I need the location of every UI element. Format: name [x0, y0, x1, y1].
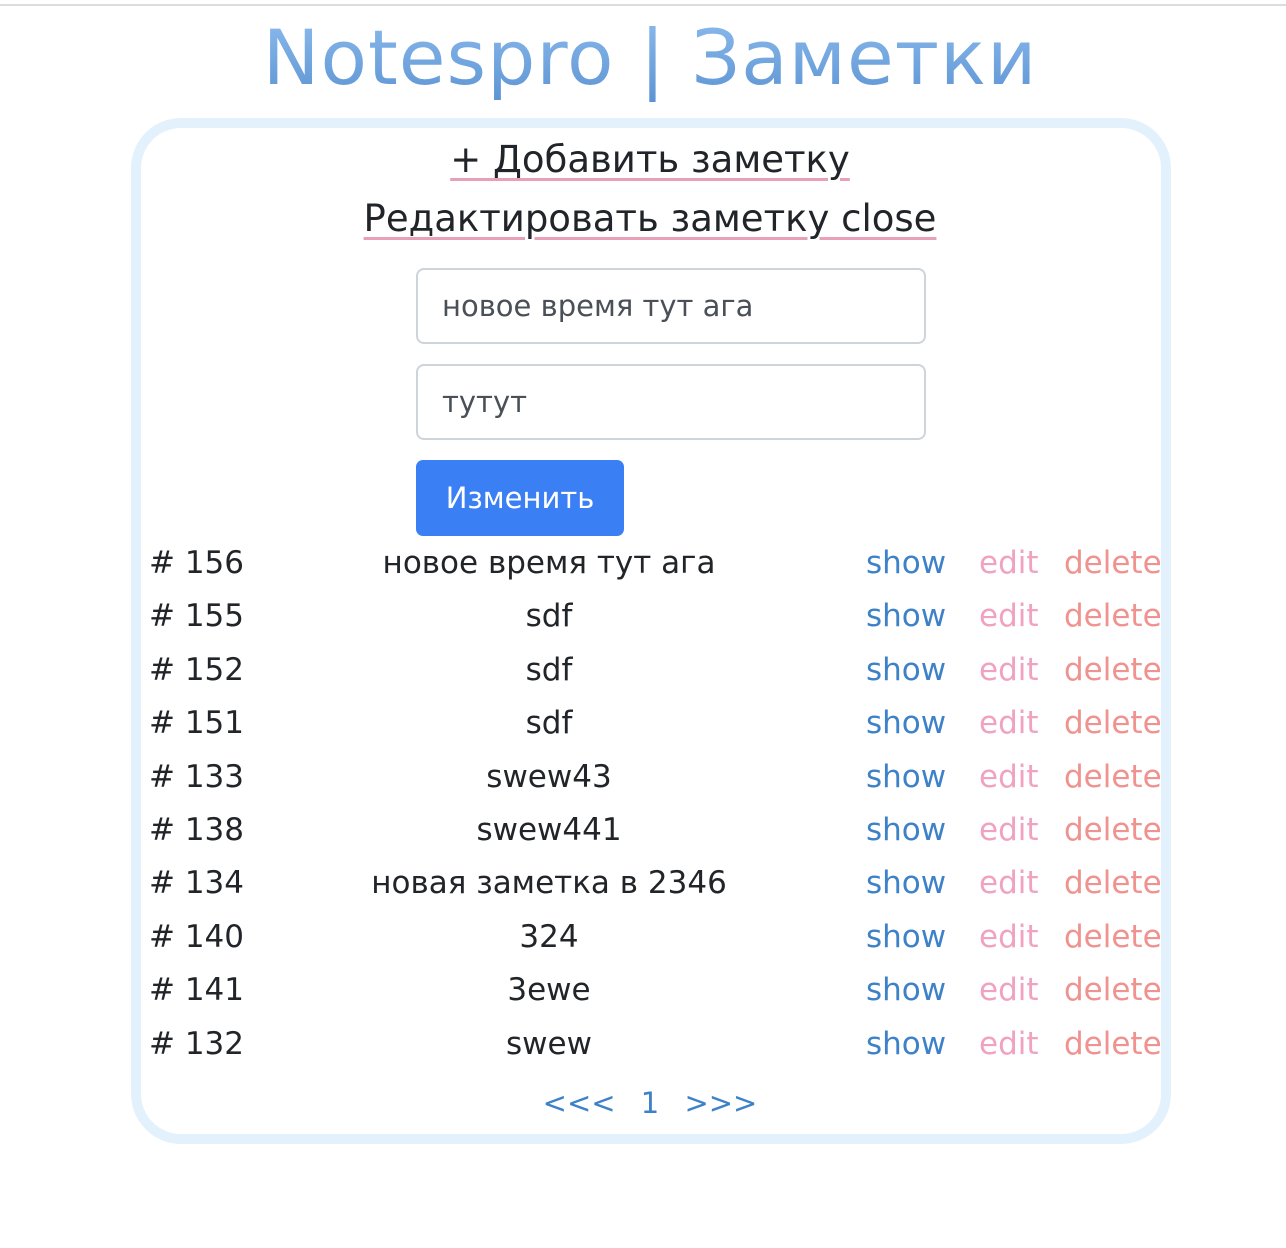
edit-link[interactable]: edit [979, 751, 1039, 804]
note-row: # 132 swew show edit delete [0, 1018, 1286, 1071]
edit-link[interactable]: edit [979, 911, 1039, 964]
note-id: # 151 [149, 705, 244, 742]
show-link[interactable]: show [866, 911, 946, 964]
update-note-button[interactable]: Изменить [416, 460, 624, 536]
note-row: # 140 324 show edit delete [0, 911, 1286, 964]
delete-link[interactable]: delete [1064, 857, 1162, 910]
note-id: # 140 [149, 918, 244, 955]
show-link[interactable]: show [866, 857, 946, 910]
show-link[interactable]: show [866, 644, 946, 697]
delete-link[interactable]: delete [1064, 804, 1162, 857]
edit-link[interactable]: edit [979, 644, 1039, 697]
add-note-label[interactable]: + Добавить заметку [450, 138, 850, 181]
note-row: # 152 sdf show edit delete [0, 644, 1286, 697]
note-row: # 141 3ewe show edit delete [0, 964, 1286, 1017]
show-link[interactable]: show [866, 590, 946, 643]
notes-list: # 156 новое время тут ага show edit dele… [0, 537, 1286, 1071]
delete-link[interactable]: delete [1064, 697, 1162, 750]
note-title: 3ewe [507, 972, 591, 1009]
edit-link[interactable]: edit [979, 857, 1039, 910]
pagination-next[interactable]: >>> [684, 1086, 757, 1120]
show-link[interactable]: show [866, 751, 946, 804]
delete-link[interactable]: delete [1064, 1018, 1162, 1071]
note-row: # 133 swew43 show edit delete [0, 751, 1286, 804]
delete-link[interactable]: delete [1064, 644, 1162, 697]
note-id: # 156 [149, 545, 244, 581]
edit-link[interactable]: edit [979, 697, 1039, 750]
note-title: 324 [519, 918, 579, 955]
note-row: # 151 sdf show edit delete [0, 697, 1286, 750]
show-link[interactable]: show [866, 537, 946, 590]
note-title: новая заметка в 2346 [371, 865, 727, 902]
show-link[interactable]: show [866, 697, 946, 750]
note-id: # 134 [149, 865, 244, 902]
edit-link[interactable]: edit [979, 1018, 1039, 1071]
note-id: # 138 [149, 811, 244, 848]
note-id: # 141 [149, 972, 244, 1009]
edit-link[interactable]: edit [979, 964, 1039, 1017]
note-id: # 155 [149, 598, 244, 635]
app-title: Notespro | Заметки [0, 10, 1286, 106]
pagination-prev[interactable]: <<< [543, 1086, 616, 1120]
show-link[interactable]: show [866, 964, 946, 1017]
note-title: swew [506, 1025, 592, 1062]
note-title: sdf [525, 651, 573, 688]
delete-link[interactable]: delete [1064, 590, 1162, 643]
edit-link[interactable]: edit [979, 590, 1039, 643]
note-title: новое время тут ага [382, 545, 716, 581]
delete-link[interactable]: delete [1064, 911, 1162, 964]
note-title: swew441 [476, 811, 622, 848]
delete-link[interactable]: delete [1064, 537, 1162, 590]
note-row: # 134 новая заметка в 2346 show edit del… [0, 857, 1286, 910]
note-row: # 138 swew441 show edit delete [0, 804, 1286, 857]
edit-link[interactable]: edit [979, 804, 1039, 857]
note-id: # 152 [149, 651, 244, 688]
note-title: sdf [525, 705, 573, 742]
note-body-input[interactable] [416, 364, 926, 440]
note-id: # 133 [149, 758, 244, 795]
show-link[interactable]: show [866, 1018, 946, 1071]
top-divider [0, 4, 1286, 6]
note-row: # 155 sdf show edit delete [0, 590, 1286, 643]
show-link[interactable]: show [866, 804, 946, 857]
edit-note-label[interactable]: Редактировать заметку close [364, 197, 937, 240]
add-note-link[interactable]: + Добавить заметку [0, 138, 1286, 182]
edit-note-close-link[interactable]: Редактировать заметку close [0, 197, 1286, 241]
note-title-input[interactable] [416, 268, 926, 344]
delete-link[interactable]: delete [1064, 751, 1162, 804]
edit-link[interactable]: edit [979, 537, 1039, 590]
pagination: <<< 1 >>> [0, 1082, 1286, 1124]
pagination-page-1[interactable]: 1 [641, 1086, 659, 1120]
note-title: sdf [525, 598, 573, 635]
delete-link[interactable]: delete [1064, 964, 1162, 1017]
note-id: # 132 [149, 1025, 244, 1062]
note-title: swew43 [486, 758, 612, 795]
note-row: # 156 новое время тут ага show edit dele… [0, 537, 1286, 590]
